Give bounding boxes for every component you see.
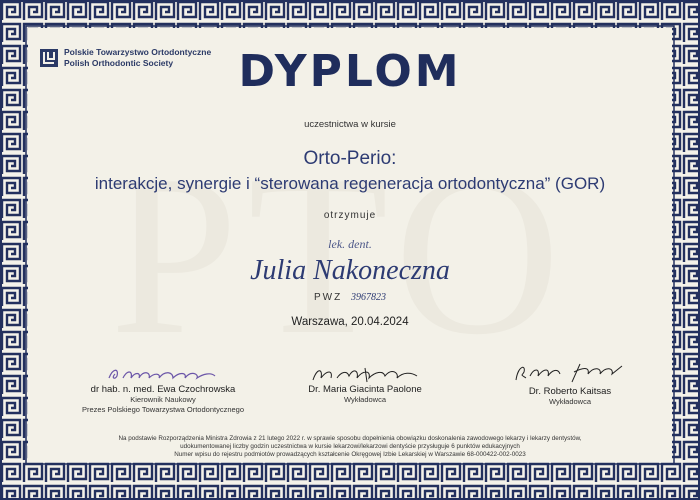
signature-block-2: Dr. Maria Giacinta Paolone Wykładowca: [285, 364, 445, 405]
diploma-page: PTO Polskie Towarzystwo Ortodontyczne Po…: [0, 0, 700, 500]
recipient-title: lek. dent.: [328, 237, 372, 251]
recipient-name: Julia Nakoneczna: [250, 255, 450, 286]
pwz-label: PWZ: [314, 292, 343, 303]
handwritten-signature-1: [108, 369, 216, 380]
pwz-row: PWZ 3967823: [0, 292, 700, 303]
handwritten-signature-2: [312, 367, 418, 383]
receives-label: otrzymuje: [323, 210, 377, 221]
signatory-1-name: dr hab. n. med. Ewa Czochrowska: [90, 384, 236, 395]
signatory-3-name: Dr. Roberto Kaitsas: [528, 386, 612, 397]
signatory-2-role: Wykładowca: [343, 395, 387, 404]
signatory-1-role: Kierownik Naukowy: [130, 395, 196, 404]
legal-footer: Na podstawie Rozporządzenia Ministra Zdr…: [60, 435, 640, 459]
footer-line-2: udokumentowanej liczby godzin uczestnict…: [180, 443, 520, 450]
diploma-subtitle: uczestnictwa w kursie: [304, 119, 396, 130]
course-title-line1: Orto-Perio:: [303, 148, 397, 169]
place-date: Warszawa, 20.04.2024: [291, 316, 409, 328]
pwz-number: 3967823: [351, 292, 386, 303]
signature-block-1: dr hab. n. med. Ewa Czochrowska Kierowni…: [48, 364, 278, 415]
handwritten-signature-3: [515, 363, 623, 383]
signatory-2-name: Dr. Maria Giacinta Paolone: [308, 384, 422, 395]
footer-line-1: Na podstawie Rozporządzenia Ministra Zdr…: [118, 435, 582, 442]
signature-block-3: Dr. Roberto Kaitsas Wykładowca: [500, 360, 640, 407]
footer-line-3: Numer wpisu do rejestru podmiotów prowad…: [174, 451, 526, 458]
diploma-title: DYPLOM: [238, 46, 462, 97]
course-title-line2: interakcje, synergie i “sterowana regene…: [94, 174, 606, 193]
signatory-3-role: Wykładowca: [548, 397, 592, 406]
signatory-1-role-2: Prezes Polskiego Towarzystwa Ortodontycz…: [81, 405, 245, 414]
